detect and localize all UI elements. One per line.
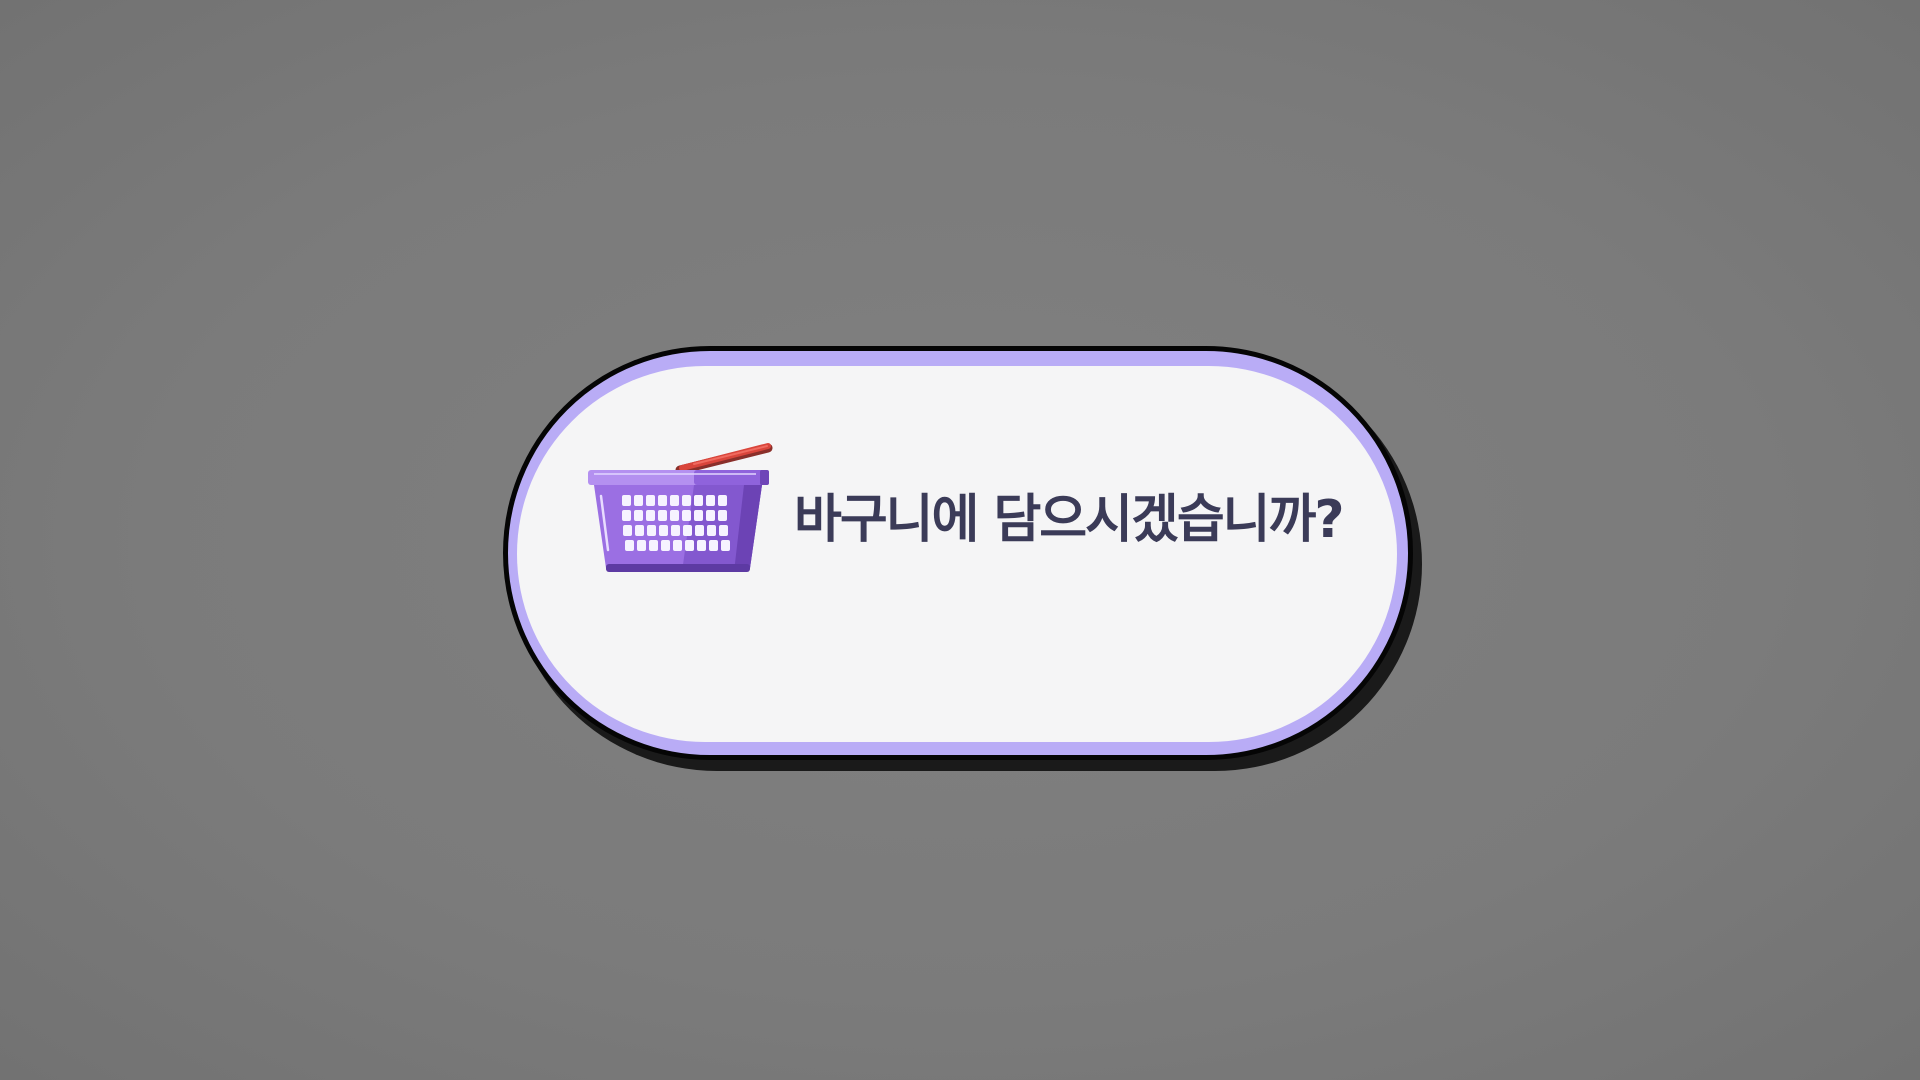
- dialog-message: 바구니에 담으시겠습니까?: [794, 490, 1345, 550]
- screen-background: 바구니에 담으시겠습니까?: [0, 0, 1920, 1080]
- shopping-basket-icon: [588, 443, 773, 572]
